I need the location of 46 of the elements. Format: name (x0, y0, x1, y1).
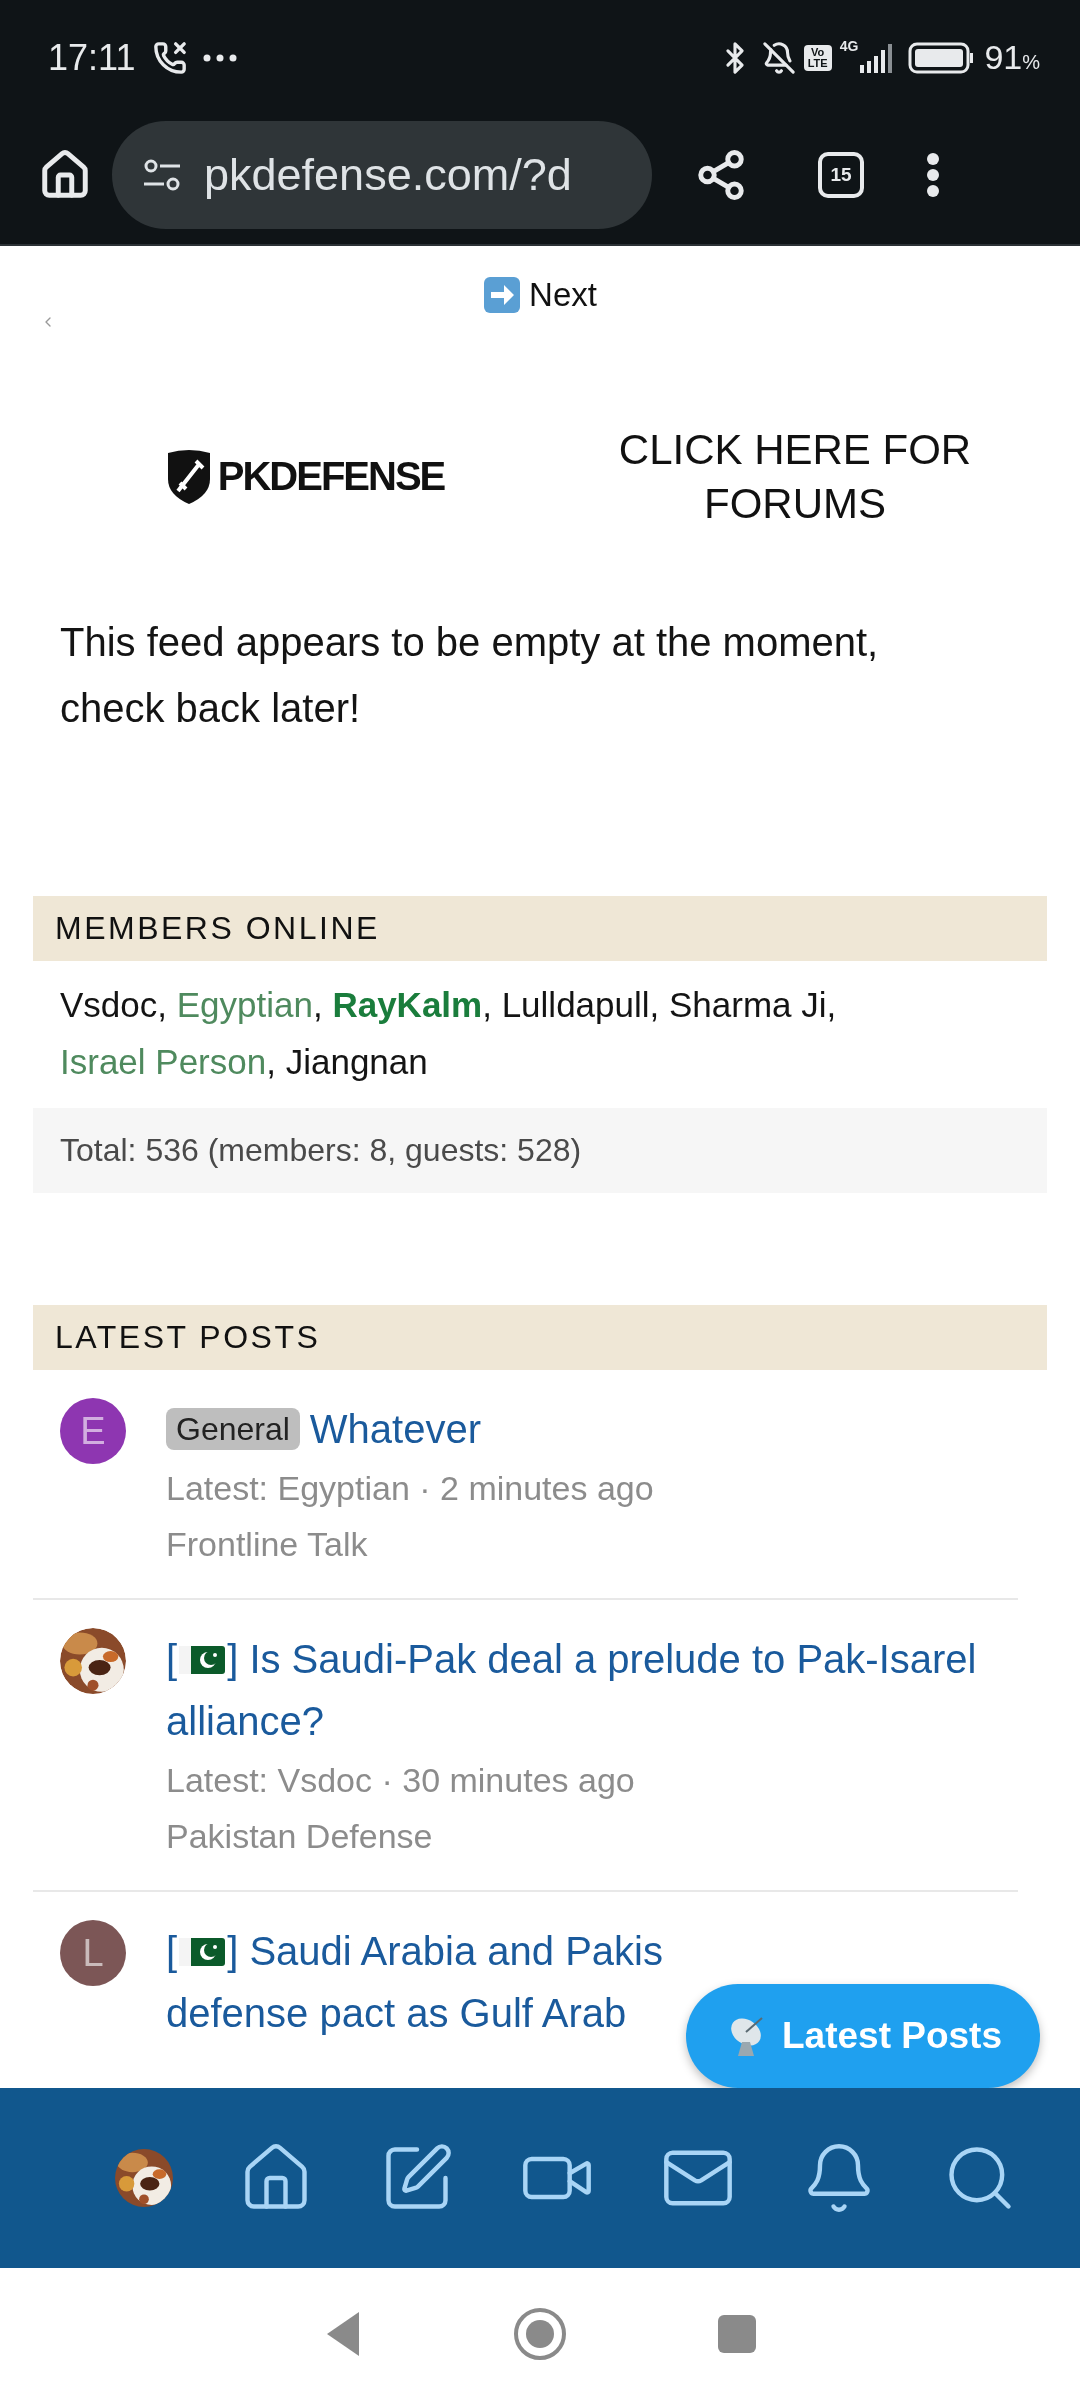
clock-time: 17:11 (48, 36, 136, 79)
shield-sword-icon (165, 448, 212, 505)
address-bar[interactable]: pkdefense.com/?d (112, 120, 652, 229)
thread-title-link[interactable]: Whatever (309, 1407, 481, 1451)
flag-icon (179, 1644, 226, 1676)
latest-post-info: Latest: Egyptian · 2 minutes ago (166, 1468, 654, 1509)
member-link[interactable]: Lulldapull (501, 985, 650, 1024)
missed-call-icon (153, 40, 188, 75)
forum-name: Pakistan Defense (166, 1816, 433, 1857)
flag-icon (179, 1936, 226, 1968)
home-circle-icon[interactable] (513, 2307, 567, 2361)
tab-count-button[interactable]: 15 (818, 151, 864, 198)
recents-icon[interactable] (717, 2314, 757, 2354)
member-link[interactable]: Israel Person (60, 1042, 267, 1081)
signal-icon (858, 42, 895, 73)
forums-link[interactable]: CLICK HERE FOR FORUMS (550, 422, 1040, 531)
site-settings-icon (142, 157, 182, 192)
online-total: Total: 536 (members: 8, guests: 528) (33, 1108, 1047, 1193)
thread-title-link[interactable]: [ ] Saudi Arabia and Pakis (166, 1920, 663, 1982)
volte-badge: Vo LTE (803, 44, 832, 71)
prefix-tag[interactable]: General (166, 1408, 300, 1450)
section-heading: LATEST POSTS (33, 1305, 1047, 1370)
account-button[interactable] (115, 2149, 173, 2207)
member-link[interactable]: Jiangnan (285, 1042, 428, 1081)
battery-percent: 91 (984, 38, 1023, 77)
member-link[interactable]: Vsdoc (60, 985, 158, 1024)
percent-sign: % (1022, 51, 1040, 74)
menu-button[interactable] (926, 151, 940, 198)
more-icon (203, 53, 238, 62)
site-logo[interactable]: PKDEFENSE (60, 448, 550, 505)
muted-bell-icon (761, 40, 796, 75)
thread-title-link[interactable]: [ ] Is Saudi-Pak deal a prelude to Pak-Isarel alliance? (166, 1628, 1018, 1752)
battery-icon (908, 41, 975, 74)
members-list: Vsdoc, Egyptian, RayKalm, Lulldapull, Sharma Ji, Israel Person, Jiangnan (33, 961, 1047, 1108)
section-heading: MEMBERS ONLINE (33, 896, 1047, 961)
thread-title-link[interactable]: defense pact as Gulf Arab (166, 1982, 627, 2044)
url-text: pkdefense.com/?d (204, 148, 572, 201)
member-link[interactable]: Sharma Ji (669, 985, 827, 1024)
latest-post-info: Latest: Vsdoc · 30 minutes ago (166, 1760, 635, 1801)
network-type: 4G (839, 38, 859, 54)
next-link[interactable]: Next (483, 276, 597, 314)
more-vertical-icon (926, 151, 940, 198)
empty-feed-message: This feed appears to be empty at the moment, check back later! (59, 619, 880, 732)
member-link[interactable]: RayKalm (332, 985, 483, 1024)
forum-name: Frontline Talk (166, 1524, 368, 1565)
member-link[interactable]: Egyptian (176, 985, 313, 1024)
